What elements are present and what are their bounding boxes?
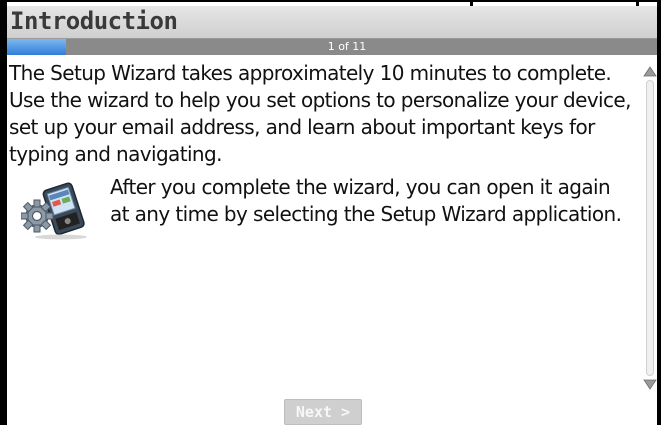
scroll-track[interactable] <box>646 80 654 376</box>
page-title: Introduction <box>10 7 178 35</box>
next-button[interactable]: Next > <box>284 399 362 425</box>
tip-paragraph: After you complete the wizard, you can o… <box>110 175 622 226</box>
vertical-scrollbar[interactable] <box>643 64 657 390</box>
scroll-down-arrow-icon[interactable] <box>643 376 657 390</box>
wizard-progress-bar: 1 of 11 <box>7 39 657 55</box>
left-edge-border <box>0 0 7 425</box>
intro-paragraph: The Setup Wizard takes approximately 10 … <box>9 61 631 166</box>
wizard-progress-label: 1 of 11 <box>327 40 367 53</box>
right-edge-border <box>657 0 661 425</box>
title-bar: Introduction <box>7 6 657 39</box>
top-edge-line <box>0 0 661 2</box>
setup-wizard-gear-device-icon <box>20 180 91 240</box>
scroll-up-arrow-icon[interactable] <box>643 64 657 78</box>
wizard-content: The Setup Wizard takes approximately 10 … <box>9 60 634 264</box>
setup-wizard-screen: Introduction 1 of 11 The Setup Wizard ta… <box>0 0 661 425</box>
tip-row: After you complete the wizard, you can o… <box>9 174 634 264</box>
